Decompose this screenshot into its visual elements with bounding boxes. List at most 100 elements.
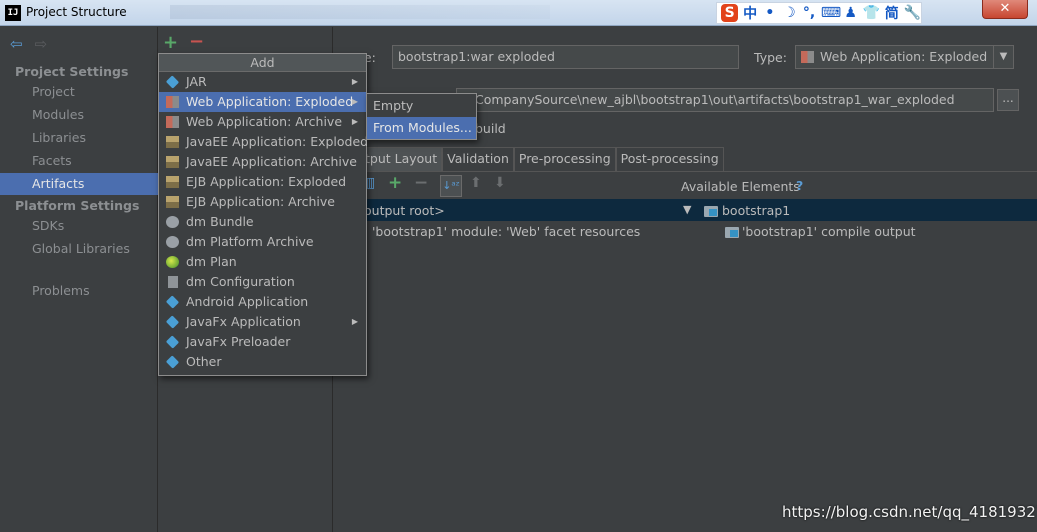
output-directory-input[interactable]: CompanySource\new_ajbl\bootstrap1\out\ar… (456, 88, 994, 112)
artifact-type-value: Web Application: Exploded (820, 49, 988, 64)
project-settings-title: Project Settings (15, 64, 129, 79)
remove-element-button[interactable]: − (414, 173, 428, 193)
tab-divider (334, 171, 1037, 172)
nav-arrows: ⇦ ⇨ (10, 35, 47, 53)
submenu-arrow-icon: ▶ (351, 77, 358, 86)
add-menu-item-dm-plan[interactable]: dm Plan (159, 252, 366, 272)
tab-output-layout[interactable]: tput Layout (360, 147, 443, 171)
diamond-icon (165, 295, 180, 309)
add-menu-item-other[interactable]: Other (159, 352, 366, 372)
jar-icon (166, 176, 179, 188)
add-element-button[interactable]: + (388, 173, 402, 193)
war-icon (166, 96, 179, 108)
help-icon[interactable]: ? (796, 178, 803, 193)
ime-tools-icon[interactable]: 🔧 (904, 5, 921, 21)
add-menu-item-dm-platform-archive[interactable]: dm Platform Archive (159, 232, 366, 252)
facet-resources-node[interactable]: 'bootstrap1' module: 'Web' facet resourc… (372, 224, 640, 239)
forward-arrow-icon[interactable]: ⇨ (35, 35, 48, 53)
add-menu-item-web-application-archive[interactable]: Web Application: Archive ▶ (159, 112, 366, 132)
ime-skin-icon[interactable]: 👕 (862, 5, 879, 21)
watermark: https://blog.csdn.net/qq_41819327 (782, 503, 1037, 521)
add-menu-title: Add (159, 54, 366, 72)
sogou-logo-icon[interactable]: S (721, 4, 739, 22)
add-menu-item-label: EJB Application: Exploded (186, 174, 347, 189)
add-menu-item-javafx-preloader[interactable]: JavaFx Preloader (159, 332, 366, 352)
ime-user-icon[interactable]: ♟ (843, 5, 859, 21)
globe-icon (166, 256, 179, 268)
add-menu-item-label: EJB Application: Archive (186, 194, 335, 209)
submenu-item-from-modules[interactable]: From Modules... (367, 117, 476, 139)
add-menu-item-ejb-application-exploded[interactable]: EJB Application: Exploded (159, 172, 366, 192)
sidebar-item-modules[interactable]: Modules (0, 104, 158, 126)
sidebar-item-problems[interactable]: Problems (0, 280, 158, 302)
add-menu-item-javaee-application-exploded[interactable]: JavaEE Application: Exploded (159, 132, 369, 152)
ime-toolbar[interactable]: S 中 • ☽ °, ⌨ ♟ 👕 简 🔧 (716, 2, 922, 24)
ime-chinese-icon[interactable]: 中 (742, 3, 758, 23)
add-menu-item-label: JavaEE Application: Exploded (186, 134, 369, 149)
sidebar-item-global-libraries[interactable]: Global Libraries (0, 238, 158, 260)
ime-moon-icon[interactable]: ☽ (782, 5, 798, 21)
jar-icon (166, 136, 179, 148)
sort-icon[interactable]: ↓ᵃᶻ (440, 175, 462, 197)
type-label: Type: (754, 50, 787, 65)
add-menu-item-label: dm Plan (186, 254, 237, 269)
add-menu-item-web-application-exploded[interactable]: Web Application: Exploded ▶ (159, 92, 366, 112)
add-menu-item-label: dm Bundle (186, 214, 254, 229)
compile-output-node[interactable]: 'bootstrap1' compile output (742, 224, 916, 239)
sidebar-item-libraries[interactable]: Libraries (0, 127, 158, 149)
add-artifact-menu: Add JAR ▶ Web Application: Exploded ▶ Web Ap… (158, 53, 369, 376)
compile-output-folder-icon (725, 227, 739, 238)
ime-punct-icon[interactable]: °, (801, 5, 817, 21)
sidebar-item-facets[interactable]: Facets (0, 150, 158, 172)
artifact-name-input[interactable]: bootstrap1:war exploded (392, 45, 739, 69)
sidebar-item-sdks[interactable]: SDKs (0, 215, 158, 237)
add-menu-item-javafx-application[interactable]: JavaFx Application ▶ (159, 312, 366, 332)
add-menu-item-dm-bundle[interactable]: dm Bundle (159, 212, 366, 232)
add-menu-item-ejb-application-archive[interactable]: EJB Application: Archive (159, 192, 366, 212)
back-arrow-icon[interactable]: ⇦ (10, 35, 23, 53)
remove-artifact-button[interactable]: − (189, 31, 204, 52)
document-icon (168, 276, 178, 288)
add-menu-item-android-application[interactable]: Android Application (159, 292, 366, 312)
submenu-item-empty[interactable]: Empty (367, 95, 476, 117)
tab-post-processing[interactable]: Post-processing (615, 147, 724, 171)
move-up-icon[interactable]: ⬆ (470, 175, 482, 191)
sidebar: ⇦ ⇨ Project Settings Project Modules Lib… (0, 27, 158, 532)
diamond-icon (165, 75, 180, 89)
sidebar-item-project[interactable]: Project (0, 81, 158, 103)
tab-pre-processing[interactable]: Pre-processing (513, 147, 616, 171)
intellij-icon: IJ (5, 5, 21, 21)
gear-icon (166, 216, 179, 228)
add-menu-item-label: Other (186, 354, 222, 369)
tab-bar: tput Layout Validation Pre-processing Po… (360, 147, 724, 171)
add-menu-item-label: JAR (186, 74, 207, 89)
add-menu-item-label: dm Configuration (186, 274, 295, 289)
browse-button[interactable]: ... (997, 89, 1019, 111)
chevron-down-icon[interactable]: ▼ (993, 46, 1013, 68)
expand-arrow-icon[interactable]: ▼ (683, 203, 691, 216)
ime-dot-icon[interactable]: • (762, 5, 778, 21)
add-menu-item-label: dm Platform Archive (186, 234, 314, 249)
add-menu-item-jar[interactable]: JAR ▶ (159, 72, 366, 92)
gear-icon (166, 236, 179, 248)
add-menu-item-label: JavaEE Application: Archive (186, 154, 357, 169)
add-menu-item-dm-configuration[interactable]: dm Configuration (159, 272, 366, 292)
diamond-icon (165, 335, 180, 349)
ime-keyboard-icon[interactable]: ⌨ (821, 5, 841, 21)
output-root-node[interactable]: output root> (364, 203, 445, 218)
tab-validation[interactable]: Validation (442, 147, 514, 171)
sidebar-item-artifacts[interactable]: Artifacts (0, 173, 158, 195)
add-menu-item-javaee-application-archive[interactable]: JavaEE Application: Archive (159, 152, 366, 172)
artifact-type-combo[interactable]: Web Application: Exploded ▼ (795, 45, 1014, 69)
build-checkbox-label[interactable]: build (475, 121, 506, 136)
move-down-icon[interactable]: ⬇ (494, 175, 506, 191)
web-app-icon (801, 51, 814, 63)
add-menu-item-label: JavaFx Application (186, 314, 301, 329)
window-close-button[interactable]: ✕ (982, 0, 1028, 19)
add-artifact-button[interactable]: + (163, 32, 178, 53)
add-menu-item-label: JavaFx Preloader (186, 334, 291, 349)
ime-simplified-icon[interactable]: 简 (884, 3, 900, 23)
blurred-title-area (170, 5, 550, 19)
title-bar: IJ Project Structure S 中 • ☽ °, ⌨ ♟ 👕 简 … (0, 0, 1037, 26)
available-root-node[interactable]: bootstrap1 (722, 203, 790, 218)
